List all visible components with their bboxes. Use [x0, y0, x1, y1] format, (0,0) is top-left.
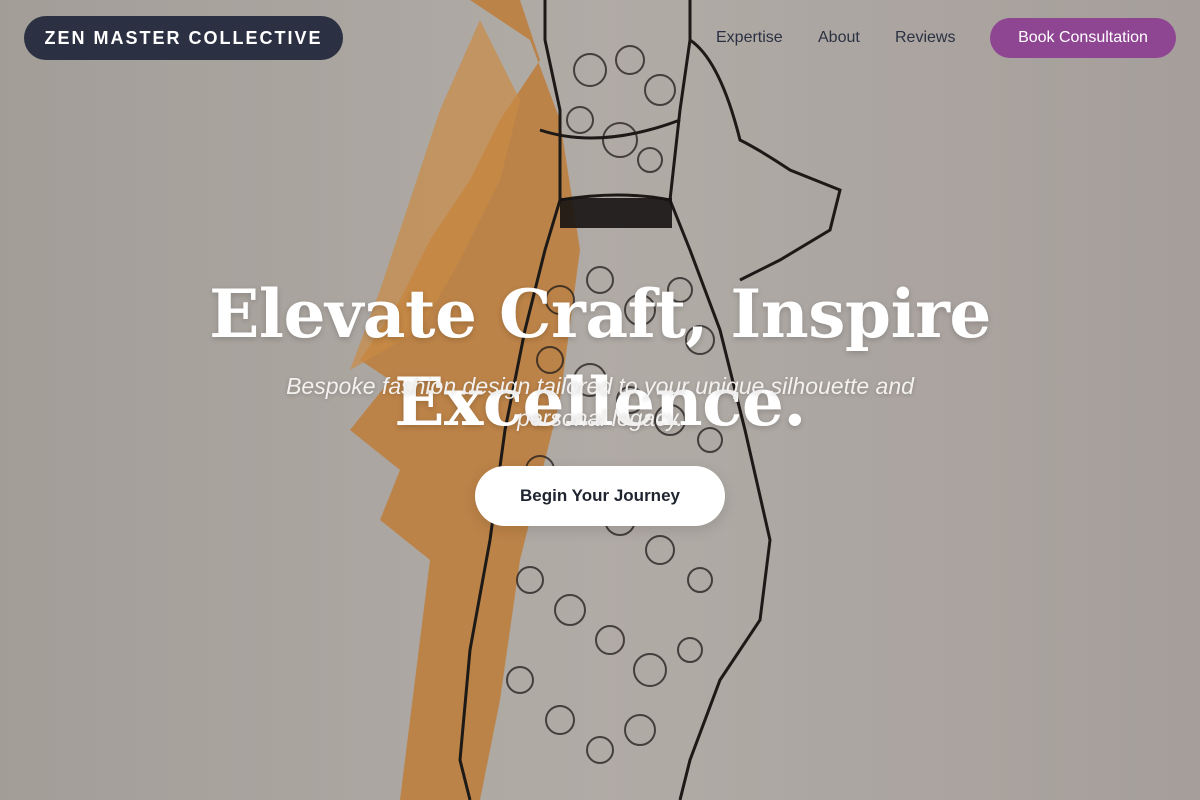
nav-link-about[interactable]: About	[818, 27, 860, 49]
nav-link-expertise[interactable]: Expertise	[716, 27, 783, 49]
site-header: ZEN MASTER COLLECTIVE Expertise About Re…	[0, 0, 1200, 76]
brand-logo[interactable]: ZEN MASTER COLLECTIVE	[24, 16, 343, 60]
hero-subhead: Bespoke fashion design tailored to your …	[286, 373, 914, 431]
nav-link-reviews[interactable]: Reviews	[895, 27, 955, 49]
begin-journey-button[interactable]: Begin Your Journey	[475, 466, 725, 526]
book-consultation-button[interactable]: Book Consultation	[990, 18, 1176, 58]
